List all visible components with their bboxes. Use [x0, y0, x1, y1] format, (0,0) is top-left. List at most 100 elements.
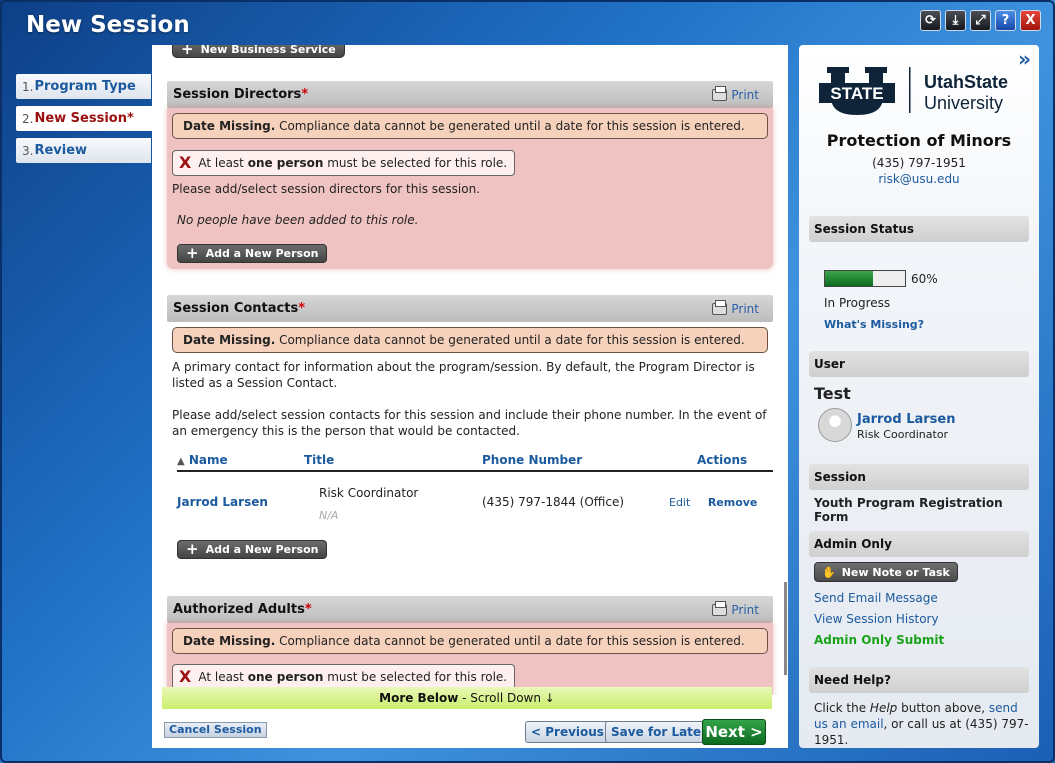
save-for-later-button[interactable]: Save for Later: [605, 721, 713, 743]
col-title-header[interactable]: Title: [304, 449, 482, 471]
required-marker: *: [304, 602, 312, 617]
session-header: Session: [809, 464, 1029, 490]
org-email-link[interactable]: risk@usu.edu: [799, 172, 1039, 186]
progress-bar: [824, 270, 906, 287]
plus-icon: +: [181, 45, 194, 58]
footer-bar: Cancel Session < Previous Save for Later…: [152, 710, 788, 748]
section-title-text: Session Contacts: [173, 301, 299, 316]
step-new-session[interactable]: 2. New Session*: [16, 106, 153, 131]
contact-title-cell: Risk Coordinator N/A: [304, 471, 482, 522]
error-post: must be selected for this role.: [323, 156, 508, 170]
directors-instruction: Please add/select session directors for …: [172, 182, 480, 196]
error-text: At least one person must be selected for…: [198, 670, 507, 684]
print-link[interactable]: Print: [712, 299, 759, 316]
help-icon[interactable]: ?: [995, 10, 1016, 31]
admin-only-header: Admin Only: [809, 531, 1029, 557]
error-post: must be selected for this role.: [323, 670, 508, 684]
contact-name[interactable]: Jarrod Larsen: [177, 471, 304, 522]
print-label: Print: [731, 87, 759, 102]
progress-fill: [825, 271, 873, 286]
date-missing-alert: Date Missing. Compliance data cannot be …: [172, 628, 768, 654]
add-new-person-button[interactable]: + Add a New Person: [177, 540, 328, 559]
university-logo: STATE UtahState University: [819, 67, 1008, 115]
alert-title: Date Missing.: [183, 634, 276, 648]
button-label: Add a New Person: [205, 247, 319, 260]
add-new-person-button[interactable]: + Add a New Person: [177, 244, 328, 263]
next-button[interactable]: Next >: [702, 719, 766, 745]
section-title: Session Contacts*: [173, 301, 305, 316]
printer-icon: [712, 299, 728, 315]
section-title-text: Authorized Adults: [173, 602, 305, 617]
need-help-header: Need Help?: [809, 667, 1029, 693]
close-icon[interactable]: X: [1020, 10, 1041, 31]
help-text-2: button above,: [897, 701, 989, 715]
date-missing-alert: Date Missing. Compliance data cannot be …: [172, 327, 768, 353]
new-business-service-button[interactable]: + New Business Service: [172, 45, 345, 58]
contact-title: Risk Coordinator: [319, 486, 419, 500]
plus-icon: +: [186, 244, 199, 262]
scrollbar[interactable]: [784, 582, 787, 675]
printer-icon: [712, 85, 728, 101]
download-icon[interactable]: ⤓: [945, 10, 966, 31]
user-header: User: [809, 351, 1029, 377]
org-phone: (435) 797-1951: [872, 156, 966, 170]
help-text-1: Click the: [814, 701, 870, 715]
send-email-link[interactable]: Send Email Message: [814, 591, 938, 605]
print-link[interactable]: Print: [712, 600, 759, 617]
col-name-header[interactable]: ▲ Name: [177, 449, 304, 471]
logo-university-text: University: [924, 93, 1003, 113]
error-x-icon: X: [179, 667, 192, 686]
alert-text: Compliance data cannot be generated unti…: [275, 634, 745, 648]
contacts-description: A primary contact for information about …: [172, 360, 755, 390]
section-header: Session Contacts* Print: [167, 295, 773, 322]
error-x-icon: X: [179, 153, 192, 172]
edit-link[interactable]: Edit: [669, 496, 690, 509]
refresh-icon[interactable]: ⟳: [920, 10, 941, 31]
user-test-label: Test: [814, 384, 851, 403]
avatar: [818, 408, 852, 442]
print-label: Print: [731, 602, 759, 617]
error-alert: X At least one person must be selected f…: [172, 150, 516, 176]
form-content: + New Business Service Session Directors…: [152, 45, 788, 695]
expand-icon[interactable]: ⤢: [970, 10, 991, 31]
contacts-instruction: Please add/select session contacts for t…: [172, 408, 767, 438]
section-body: Date Missing. Compliance data cannot be …: [167, 623, 773, 695]
step-review[interactable]: 3. Review: [16, 138, 151, 163]
section-title: Session Directors*: [173, 87, 308, 102]
error-bold: one person: [247, 156, 324, 170]
step-program-type[interactable]: 1. Program Type: [16, 74, 151, 99]
button-label: New Note or Task: [841, 565, 950, 579]
previous-button[interactable]: < Previous: [525, 721, 610, 743]
contacts-table: ▲ Name Title Phone Number Actions Jarrod…: [177, 449, 773, 522]
col-phone-header[interactable]: Phone Number: [482, 449, 667, 471]
session-name: Youth Program Registration Form: [814, 496, 1003, 524]
section-body: Date Missing. Compliance data cannot be …: [167, 108, 773, 269]
step-navigation: 1. Program Type 2. New Session* 3. Revie…: [16, 74, 153, 170]
error-pre: At least: [198, 156, 248, 170]
new-note-button[interactable]: ✋ New Note or Task: [814, 562, 958, 582]
plus-icon: +: [186, 540, 199, 558]
step-label: Review: [34, 143, 88, 158]
contact-title-secondary: N/A: [319, 509, 339, 522]
user-name-link[interactable]: Jarrod Larsen: [857, 412, 955, 427]
step-label: New Session*: [34, 111, 134, 126]
error-text: At least one person must be selected for…: [198, 156, 507, 170]
required-marker: *: [298, 301, 306, 316]
remove-link[interactable]: Remove: [708, 496, 758, 509]
help-italic: Help: [869, 701, 898, 715]
session-contacts-section: Session Contacts* Print Date Missing. Co…: [167, 295, 773, 559]
view-history-link[interactable]: View Session History: [814, 612, 939, 626]
alert-title: Date Missing.: [183, 333, 276, 347]
contact-phone: (435) 797-1844 (Office): [482, 495, 625, 509]
cancel-session-button[interactable]: Cancel Session: [164, 722, 267, 738]
window-controls: ⟳ ⤓ ⤢ ? X: [920, 10, 1041, 31]
print-link[interactable]: Print: [712, 85, 759, 102]
section-header: Session Directors* Print: [167, 81, 773, 108]
status-text: In Progress: [824, 296, 891, 310]
admin-submit-link[interactable]: Admin Only Submit: [814, 633, 944, 647]
section-title: Authorized Adults*: [173, 602, 312, 617]
section-header: Authorized Adults* Print: [167, 596, 773, 623]
step-number: 3.: [22, 143, 34, 158]
logo-state-text: STATE: [830, 84, 883, 103]
whats-missing-link[interactable]: What's Missing?: [824, 318, 924, 331]
